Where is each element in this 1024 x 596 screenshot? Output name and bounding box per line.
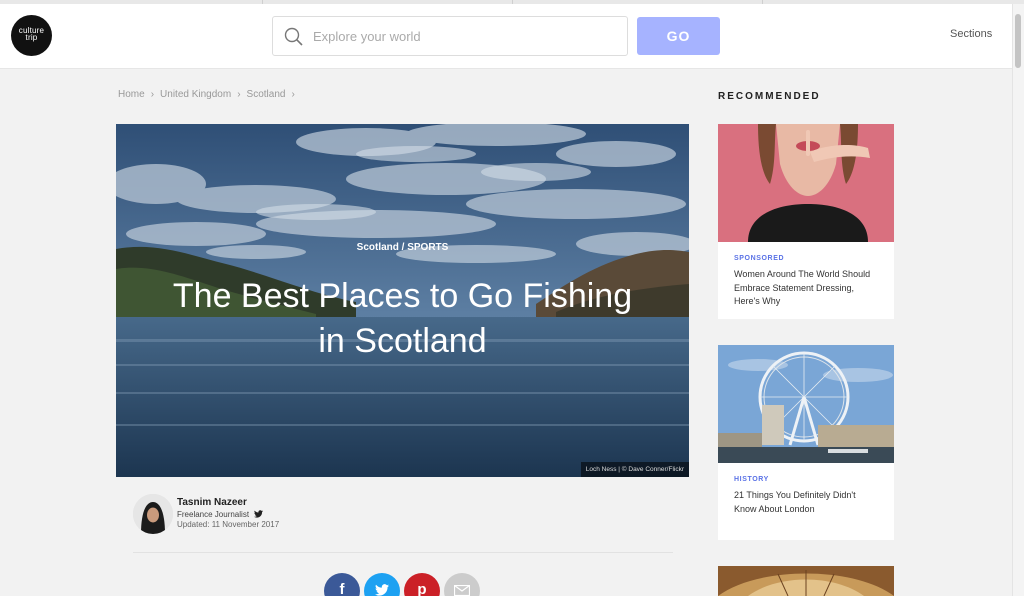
photo-credit: Loch Ness | © Dave Conner/Flickr bbox=[580, 462, 689, 477]
avatar-photo bbox=[133, 494, 173, 534]
twitter-icon[interactable] bbox=[254, 510, 264, 518]
recommended-card[interactable]: SPONSORED Women Around The World Should … bbox=[718, 124, 894, 319]
author-role-text: Freelance Journalist bbox=[177, 510, 250, 519]
breadcrumb-scotland[interactable]: Scotland bbox=[247, 89, 286, 100]
card-kicker[interactable]: SPONSORED bbox=[734, 255, 784, 262]
card-image bbox=[718, 345, 894, 463]
scrollbar-track[interactable] bbox=[1012, 4, 1024, 596]
pinterest-share-button[interactable]: p bbox=[404, 573, 440, 596]
breadcrumb-separator: › bbox=[150, 89, 155, 100]
culture-trip-logo[interactable]: culture trip bbox=[11, 15, 52, 56]
author-divider bbox=[133, 552, 673, 553]
go-button[interactable]: GO bbox=[637, 17, 720, 55]
browser-tab-strip bbox=[0, 0, 1024, 4]
card-image bbox=[718, 566, 894, 596]
card-title[interactable]: 21 Things You Definitely Didn't Know Abo… bbox=[734, 489, 880, 516]
site-header: culture trip GO Sections bbox=[0, 0, 1012, 69]
search-icon bbox=[284, 27, 303, 46]
facebook-icon: f bbox=[339, 581, 345, 596]
pinterest-icon: p bbox=[417, 581, 427, 596]
woman-shh-photo bbox=[718, 124, 894, 242]
facebook-share-button[interactable]: f bbox=[324, 573, 360, 596]
sections-menu-link[interactable]: Sections bbox=[950, 28, 992, 40]
breadcrumb: Home › United Kingdom › Scotland › bbox=[118, 89, 301, 100]
updated-date: Updated: 11 November 2017 bbox=[177, 520, 280, 529]
london-eye-photo bbox=[718, 345, 894, 463]
scrollbar-thumb[interactable] bbox=[1015, 14, 1021, 68]
card-title[interactable]: Women Around The World Should Embrace St… bbox=[734, 268, 880, 309]
ornate-ceiling-photo bbox=[718, 566, 894, 596]
card-image bbox=[718, 124, 894, 242]
author-role: Freelance Journalist bbox=[177, 510, 264, 519]
author-block: Tasnim Nazeer Freelance Journalist Updat… bbox=[133, 494, 433, 538]
article-category[interactable]: Scotland / SPORTS bbox=[116, 242, 689, 253]
search-input[interactable] bbox=[313, 25, 613, 47]
recommended-card[interactable]: HISTORY 21 Things You Definitely Didn't … bbox=[718, 345, 894, 540]
recommended-heading: RECOMMENDED bbox=[718, 91, 821, 102]
breadcrumb-home[interactable]: Home bbox=[118, 89, 145, 100]
twitter-icon bbox=[375, 584, 389, 596]
author-name[interactable]: Tasnim Nazeer bbox=[177, 497, 247, 508]
author-avatar[interactable] bbox=[133, 494, 173, 534]
logo-text-bottom: trip bbox=[25, 33, 38, 42]
article-title: The Best Places to Go Fishing in Scotlan… bbox=[172, 277, 633, 360]
twitter-share-button[interactable] bbox=[364, 573, 400, 596]
card-kicker[interactable]: HISTORY bbox=[734, 476, 769, 483]
hero-image: Scotland / SPORTS The Best Places to Go … bbox=[116, 124, 689, 477]
breadcrumb-separator: › bbox=[291, 89, 295, 100]
email-share-button[interactable] bbox=[444, 573, 480, 596]
email-icon bbox=[453, 584, 471, 596]
breadcrumb-separator: › bbox=[237, 89, 241, 100]
recommended-card[interactable] bbox=[718, 566, 894, 596]
search-box[interactable] bbox=[272, 16, 628, 56]
breadcrumb-united-kingdom[interactable]: United Kingdom bbox=[160, 89, 231, 100]
